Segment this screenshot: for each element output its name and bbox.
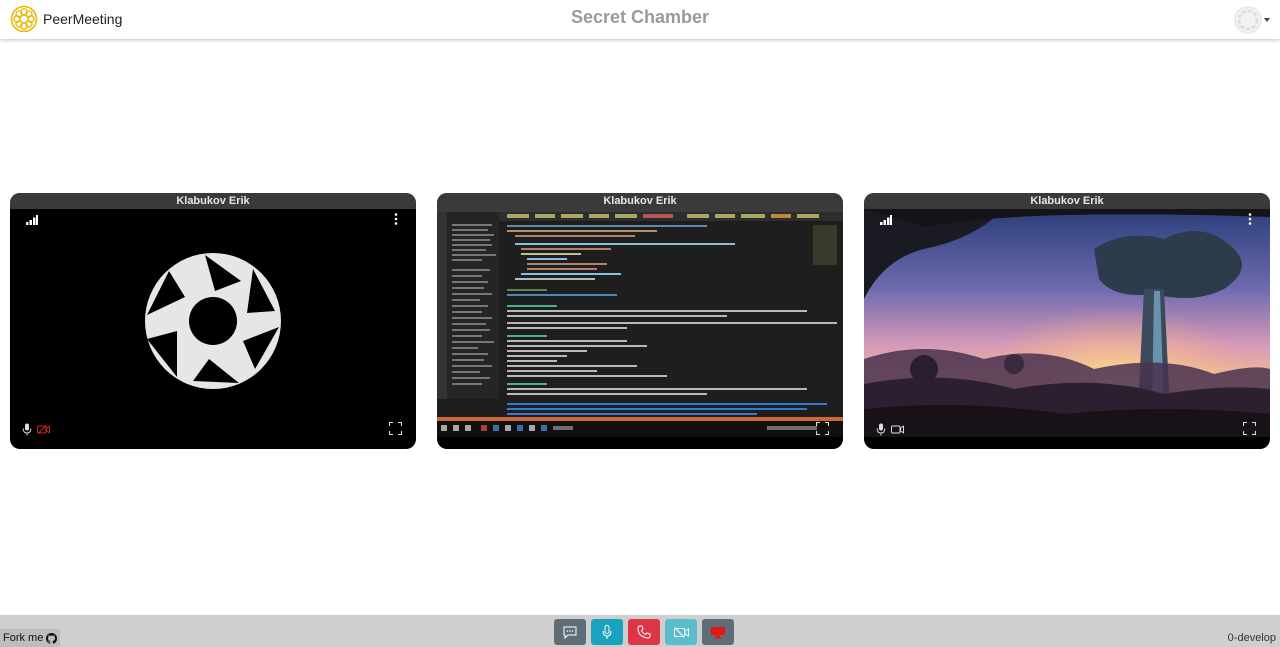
- microphone-icon[interactable]: [22, 423, 32, 436]
- video-off-icon: [673, 626, 689, 638]
- fork-me-label: Fork me: [3, 632, 44, 644]
- fullscreen-icon[interactable]: [816, 422, 829, 435]
- call-controls: [554, 619, 739, 645]
- participant-name: Klabukov Erik: [864, 193, 1270, 209]
- camera-video: [864, 209, 1270, 437]
- video-toggle-button[interactable]: [665, 619, 697, 645]
- microphone-icon[interactable]: [876, 423, 886, 436]
- chevron-down-icon: [1264, 18, 1270, 22]
- phone-hangup-icon: [637, 625, 651, 639]
- microphone-icon: [602, 624, 612, 639]
- user-menu-toggle[interactable]: [1234, 5, 1270, 35]
- hang-up-button[interactable]: [628, 619, 660, 645]
- participant-name: Klabukov Erik: [10, 193, 416, 209]
- video-tile-1[interactable]: Klabukov Erik: [10, 193, 416, 449]
- brand-link[interactable]: PeerMeeting: [10, 4, 122, 34]
- fullscreen-icon[interactable]: [1243, 422, 1256, 435]
- participant-name: Klabukov Erik: [437, 193, 843, 209]
- signal-strength-icon: [880, 215, 892, 225]
- user-avatar: [1234, 6, 1262, 34]
- more-options-icon[interactable]: [394, 213, 398, 225]
- video-tile-2[interactable]: Klabukov Erik: [437, 193, 843, 449]
- screen-share-button[interactable]: [702, 619, 734, 645]
- brand-name: PeerMeeting: [43, 11, 123, 27]
- signal-strength-icon: [26, 215, 38, 225]
- screen-share-icon: [711, 626, 725, 638]
- video-tile-3[interactable]: Klabukov Erik: [864, 193, 1270, 449]
- microphone-toggle-button[interactable]: [591, 619, 623, 645]
- peermeeting-logo-icon: [10, 5, 38, 33]
- screen-share-video: [437, 209, 843, 437]
- chat-icon: [563, 626, 577, 639]
- fork-me-link[interactable]: Fork me: [0, 629, 61, 647]
- github-icon: [46, 632, 58, 644]
- room-title: Secret Chamber: [570, 7, 710, 27]
- top-navbar: PeerMeeting Secret Chamber: [0, 0, 1280, 39]
- more-options-icon[interactable]: [1248, 213, 1252, 225]
- camera-off-placeholder: [10, 209, 416, 437]
- camera-icon[interactable]: [891, 425, 904, 434]
- camera-off-icon[interactable]: [37, 425, 50, 434]
- version-label: 0-develop: [1227, 632, 1276, 644]
- chat-button[interactable]: [554, 619, 586, 645]
- fullscreen-icon[interactable]: [389, 422, 402, 435]
